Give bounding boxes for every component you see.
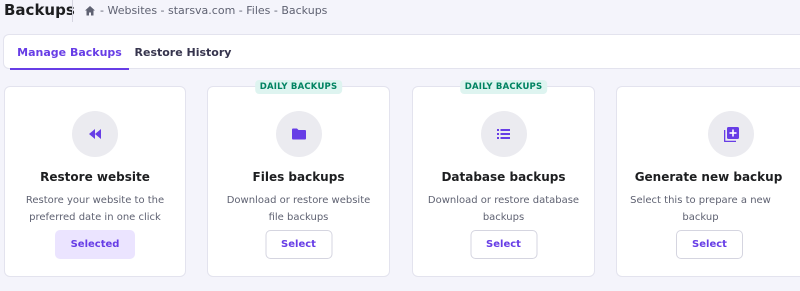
card-title: Database backups xyxy=(441,170,566,184)
tabs-bar: Manage Backups Restore History xyxy=(3,34,800,70)
daily-backups-badge: DAILY BACKUPS xyxy=(459,80,548,94)
tab-restore-history[interactable]: Restore History xyxy=(132,35,234,69)
card-restore-website[interactable]: Restore website Restore your website to … xyxy=(4,86,186,277)
breadcrumb-path[interactable]: - Websites - starsva.com - Files - Backu… xyxy=(100,4,327,17)
home-icon[interactable] xyxy=(84,5,96,17)
list-icon xyxy=(480,111,527,157)
card-title: Files backups xyxy=(252,170,345,184)
rewind-icon xyxy=(72,111,118,157)
card-title: Generate new backup xyxy=(634,170,783,184)
card-description: Download or restore website file backups xyxy=(226,195,371,223)
select-button[interactable]: Select xyxy=(470,230,537,259)
daily-backups-badge: DAILY BACKUPS xyxy=(254,80,343,94)
card-title: Restore website xyxy=(40,170,150,184)
title-divider xyxy=(72,0,73,22)
select-button[interactable]: Select xyxy=(676,230,743,259)
add-stack-icon xyxy=(708,111,754,157)
card-description: Download or restore database backups xyxy=(427,195,580,223)
card-description: Restore your website to the preferred da… xyxy=(25,195,165,223)
card-generate-new-backup[interactable]: Generate new backup Select this to prepa… xyxy=(616,86,800,277)
card-database-backups[interactable]: DAILY BACKUPS Database backups Download … xyxy=(412,80,595,277)
card-files-backups[interactable]: DAILY BACKUPS Files backups Download or … xyxy=(207,80,390,277)
page-header: Backups - Websites - starsva.com - Files… xyxy=(0,0,800,26)
breadcrumb: - Websites - starsva.com - Files - Backu… xyxy=(84,4,327,17)
card-description: Select this to prepare a new backup xyxy=(630,195,771,223)
page-title: Backups xyxy=(4,1,75,19)
selected-button[interactable]: Selected xyxy=(55,230,135,259)
tab-manage-backups[interactable]: Manage Backups xyxy=(10,35,129,70)
folder-icon xyxy=(275,111,322,157)
select-button[interactable]: Select xyxy=(265,230,332,259)
